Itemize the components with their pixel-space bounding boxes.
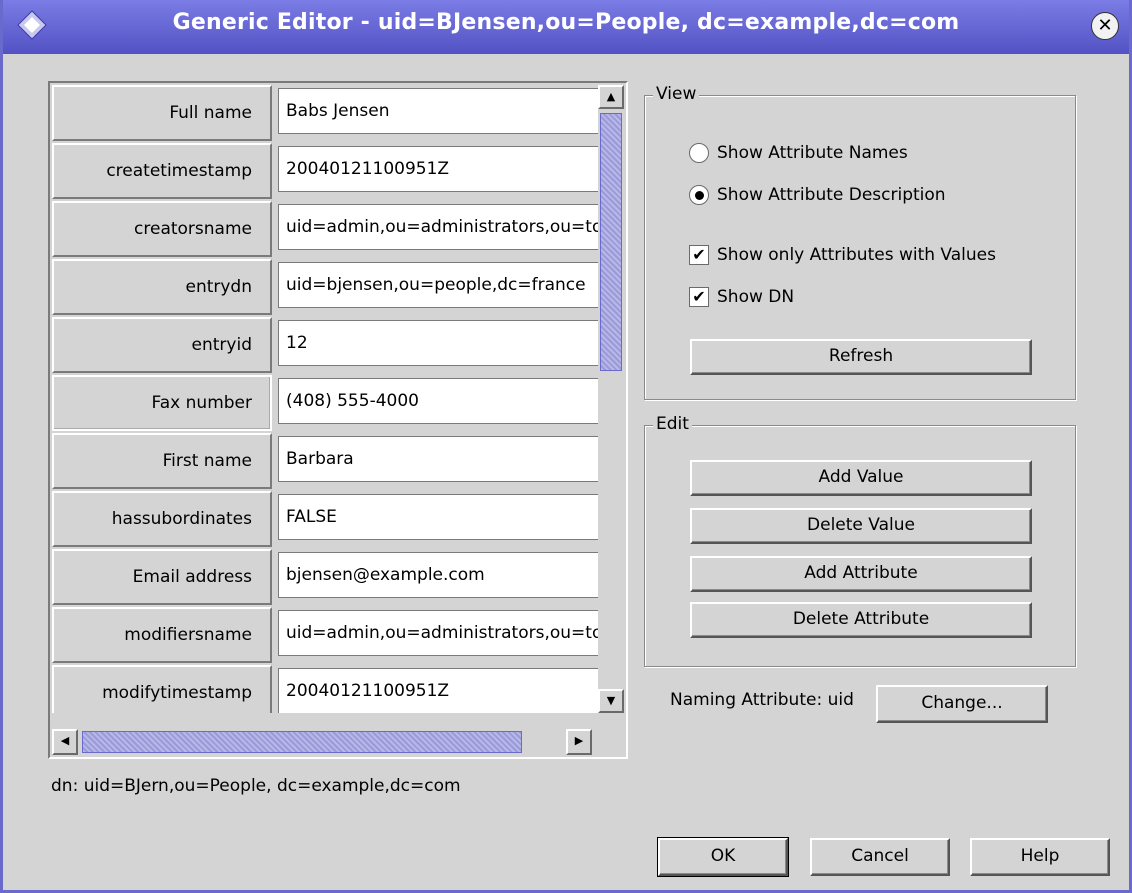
help-button[interactable]: Help bbox=[970, 838, 1110, 876]
attribute-value-field[interactable]: Barbara bbox=[278, 436, 598, 482]
attribute-value-field[interactable]: bjensen@example.com bbox=[278, 552, 598, 598]
vertical-scroll-thumb[interactable] bbox=[600, 113, 622, 371]
attribute-name[interactable]: modifiersname bbox=[52, 607, 272, 663]
table-row: Fax number (408) 555-4000 bbox=[52, 375, 598, 433]
scroll-left-arrow-icon[interactable]: ◀ bbox=[52, 729, 78, 755]
horizontal-scrollbar[interactable]: ◀ ▶ bbox=[52, 729, 598, 755]
scroll-down-arrow-icon[interactable]: ▼ bbox=[598, 689, 624, 713]
attribute-value-field[interactable]: 20040121100951Z bbox=[278, 668, 598, 713]
attribute-name[interactable]: hassubordinates bbox=[52, 491, 272, 547]
attribute-name[interactable]: createtimestamp bbox=[52, 143, 272, 199]
delete-value-button[interactable]: Delete Value bbox=[690, 508, 1032, 544]
table-row: Full name Babs Jensen bbox=[52, 85, 598, 143]
table-row: Email address bjensen@example.com bbox=[52, 549, 598, 607]
vertical-scrollbar[interactable]: ▲ ▼ bbox=[598, 85, 624, 713]
dn-label: dn: uid=BJern,ou=People, dc=example,dc=c… bbox=[51, 776, 461, 796]
radio-label: Show Attribute Description bbox=[717, 185, 946, 205]
attribute-name[interactable]: Fax number bbox=[52, 375, 272, 431]
attribute-value-field[interactable]: uid=admin,ou=administrators,ou=to bbox=[278, 610, 598, 656]
attribute-name[interactable]: entrydn bbox=[52, 259, 272, 315]
window-title: Generic Editor - uid=BJensen,ou=People, … bbox=[172, 10, 960, 35]
delete-attribute-button[interactable]: Delete Attribute bbox=[690, 602, 1032, 638]
show-dn-checkbox[interactable]: ✔ Show DN bbox=[689, 286, 794, 308]
add-attribute-button[interactable]: Add Attribute bbox=[690, 556, 1032, 592]
table-row: modifytimestamp 20040121100951Z bbox=[52, 665, 598, 713]
naming-attribute-label: Naming Attribute: uid bbox=[670, 690, 854, 710]
cancel-button[interactable]: Cancel bbox=[810, 838, 950, 876]
attribute-name[interactable]: Full name bbox=[52, 85, 272, 141]
add-value-button[interactable]: Add Value bbox=[690, 460, 1032, 496]
attribute-value-field[interactable]: (408) 555-4000 bbox=[278, 378, 598, 424]
table-row: entrydn uid=bjensen,ou=people,dc=france bbox=[52, 259, 598, 317]
edit-group-title: Edit bbox=[653, 414, 692, 434]
table-row: modifiersname uid=admin,ou=administrator… bbox=[52, 607, 598, 665]
table-row: hassubordinates FALSE bbox=[52, 491, 598, 549]
show-attribute-description-radio[interactable]: Show Attribute Description bbox=[689, 184, 946, 206]
attribute-table: Full name Babs Jensen createtimestamp 20… bbox=[48, 81, 628, 759]
scroll-right-arrow-icon[interactable]: ▶ bbox=[566, 729, 592, 755]
show-only-values-checkbox[interactable]: ✔ Show only Attributes with Values bbox=[689, 244, 996, 266]
attribute-value-field[interactable]: uid=admin,ou=administrators,ou=to bbox=[278, 204, 598, 250]
attribute-value-field[interactable]: FALSE bbox=[278, 494, 598, 540]
table-row: createtimestamp 20040121100951Z bbox=[52, 143, 598, 201]
table-row: entryid 12 bbox=[52, 317, 598, 375]
checkmark-icon: ✔ bbox=[689, 245, 709, 265]
attribute-value-field[interactable]: uid=bjensen,ou=people,dc=france bbox=[278, 262, 598, 308]
attribute-value-field[interactable]: 20040121100951Z bbox=[278, 146, 598, 192]
radio-selected-icon bbox=[689, 185, 709, 205]
radio-label: Show Attribute Names bbox=[717, 143, 908, 163]
attribute-name[interactable]: Email address bbox=[52, 549, 272, 605]
generic-editor-window: Generic Editor - uid=BJensen,ou=People, … bbox=[0, 0, 1132, 893]
checkbox-label: Show only Attributes with Values bbox=[717, 245, 996, 265]
scroll-up-arrow-icon[interactable]: ▲ bbox=[598, 85, 624, 109]
show-attribute-names-radio[interactable]: Show Attribute Names bbox=[689, 142, 908, 164]
close-icon[interactable]: ✕ bbox=[1091, 12, 1119, 40]
attribute-rows: Full name Babs Jensen createtimestamp 20… bbox=[52, 85, 598, 713]
ok-button[interactable]: OK bbox=[657, 837, 789, 877]
attribute-value-field[interactable]: 12 bbox=[278, 320, 598, 366]
refresh-button[interactable]: Refresh bbox=[690, 339, 1032, 375]
attribute-name[interactable]: entryid bbox=[52, 317, 272, 373]
table-row: First name Barbara bbox=[52, 433, 598, 491]
attribute-value-field[interactable]: Babs Jensen bbox=[278, 88, 598, 134]
table-row: creatorsname uid=admin,ou=administrators… bbox=[52, 201, 598, 259]
attribute-name[interactable]: modifytimestamp bbox=[52, 665, 272, 713]
attribute-name[interactable]: First name bbox=[52, 433, 272, 489]
view-group-title: View bbox=[653, 84, 700, 104]
change-button[interactable]: Change... bbox=[876, 685, 1048, 723]
radio-icon bbox=[689, 143, 709, 163]
view-group: View Show Attribute Names Show Attribute… bbox=[644, 84, 1076, 400]
attribute-name[interactable]: creatorsname bbox=[52, 201, 272, 257]
checkmark-icon: ✔ bbox=[689, 287, 709, 307]
title-bar[interactable]: Generic Editor - uid=BJensen,ou=People, … bbox=[3, 0, 1129, 54]
edit-group: Edit Add Value Delete Value Add Attribut… bbox=[644, 414, 1076, 667]
checkbox-label: Show DN bbox=[717, 287, 795, 307]
horizontal-scroll-thumb[interactable] bbox=[82, 731, 522, 753]
